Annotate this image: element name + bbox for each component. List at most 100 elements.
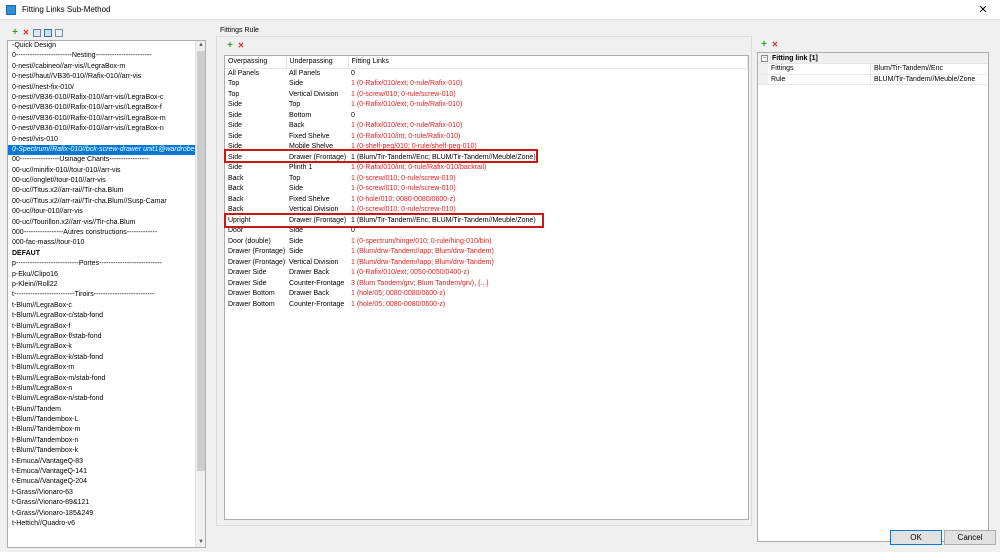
list-item[interactable]: 00-uc//Titus.x2//arr-rai//Tir-cha.Blum: [8, 186, 196, 196]
list-item[interactable]: 0-nest//nest-fix-010/: [8, 83, 196, 93]
table-row[interactable]: Drawer Bottom Counter-Frontage 1 (hole/05;…: [225, 300, 748, 311]
list-item[interactable]: 0-nest//vis-010: [8, 135, 196, 145]
collapse-icon[interactable]: −: [761, 55, 768, 62]
list-item[interactable]: 00-uc//tour-010//arr-vis: [8, 207, 196, 217]
list-item[interactable]: t-Grass//Vionaro-185&249: [8, 509, 196, 519]
ok-button[interactable]: OK: [890, 530, 942, 545]
list-item[interactable]: 00-uc//minifix-010//tour-010//arr-vis: [8, 166, 196, 176]
property-value[interactable]: Blum/Tir-Tandem//Enc: [871, 64, 988, 74]
list-item[interactable]: t-Emuca//VantageQ-204: [8, 477, 196, 487]
list-item[interactable]: t-Blum//LegraBox-f: [8, 322, 196, 332]
list-item[interactable]: 0------------------------Nesting--------…: [8, 51, 196, 61]
column-header-fitting-links[interactable]: Fitting Links: [348, 56, 748, 69]
list-item[interactable]: t-Blum//Tandembox-L: [8, 415, 196, 425]
cell-fitting-links: 1 (Blum/drw-Tandem//app; Blum/drw-Tandem…: [351, 248, 494, 255]
list-item[interactable]: 00-uc//onglet//tour-010//arr-vis: [8, 176, 196, 186]
save-icon[interactable]: [44, 29, 52, 37]
table-row[interactable]: Side Plinth 1 1 (0-Rafix/010/int; 0-rule/R…: [225, 163, 748, 174]
table-row[interactable]: Side Back 1 (0-Rafix/010/ext; 0-rule/Rafix…: [225, 121, 748, 132]
list-item[interactable]: DÉFAUT: [8, 249, 196, 259]
property-value[interactable]: BLUM/Tir-Tandem//Meuble/Zone: [871, 75, 988, 85]
table-row[interactable]: Top Vertical Division 1 (0-screw/010; 0-ru…: [225, 90, 748, 101]
cell-fitting-links: 1 (0-screw/010; 0-rule/screw-010): [351, 174, 456, 182]
list-item[interactable]: 0-nest//VB36-010//Rafix-010//arr-vis//Le…: [8, 103, 196, 113]
list-item[interactable]: t-Grass//Vionaro-63: [8, 488, 196, 498]
delete-rule-icon[interactable]: ✕: [237, 42, 245, 50]
list-item[interactable]: t-Blum//LegraBox-m: [8, 363, 196, 373]
close-button[interactable]: ✕: [966, 0, 1000, 20]
cell-underpassing: Top: [289, 101, 301, 108]
table-row[interactable]: Top Side 1 (0-Rafix/010/ext; 0-rule/Rafix-…: [225, 79, 748, 90]
table-row[interactable]: All Panels All Panels 0: [225, 68, 748, 79]
export-icon[interactable]: [55, 29, 63, 37]
list-item[interactable]: t-Blum//Tandembox-n: [8, 436, 196, 446]
table-row[interactable]: Back Side 1 (0-screw/010; 0-rule/screw-010…: [225, 184, 748, 195]
column-header-underpassing[interactable]: Underpassing: [286, 56, 349, 69]
table-row[interactable]: Side Bottom 0: [225, 111, 748, 122]
list-item[interactable]: 0-nest//cabineo//arr-vis//LegraBox-m: [8, 62, 196, 72]
delete-icon[interactable]: ✕: [22, 29, 30, 37]
list-item[interactable]: t-Blum//Tandembox-m: [8, 425, 196, 435]
table-row[interactable]: Drawer Side Drawer Back 1 (0-Rafix/010/ext…: [225, 268, 748, 279]
table-row[interactable]: Back Top 1 (0-screw/010; 0-rule/screw-010): [225, 174, 748, 185]
table-row[interactable]: Back Fixed Shelve 1 (0-hole/010; 0080-0080…: [225, 195, 748, 206]
table-row[interactable]: Side Fixed Shelve 1 (0-Rafix/010/int; 0-ru…: [225, 132, 748, 143]
add-link-icon[interactable]: +: [760, 40, 768, 50]
list-item[interactable]: 0-nest//haut//VB36-010//Rafix-010//arr-v…: [8, 72, 196, 82]
list-item[interactable]: 0-Spectrum//Rafix-010//bck-screw-drawer …: [8, 144, 196, 156]
list-item[interactable]: t-Grass//Vionaro-89&121: [8, 498, 196, 508]
scroll-up-icon[interactable]: ▲: [196, 41, 205, 50]
list-item[interactable]: p-Klein//Roll22: [8, 280, 196, 290]
cell-overpassing: All Panels: [228, 69, 260, 77]
list-item[interactable]: 000-fac-mass//tour-010: [8, 238, 196, 248]
cell-underpassing: Back: [289, 122, 305, 129]
list-item[interactable]: 0-nest//VB36-010//Rafix-010//arr-vis//Le…: [8, 93, 196, 103]
cell-underpassing: Bottom: [289, 111, 312, 119]
list-item[interactable]: t-Blum//LegraBox-k/stab-fond: [8, 353, 196, 363]
list-item[interactable]: t--------------------------Tiroirs------…: [8, 290, 196, 300]
fittings-rule-table[interactable]: Overpassing Underpassing Fitting Links A…: [224, 55, 749, 520]
property-row-fittings[interactable]: Fittings Blum/Tir-Tandem//Enc: [758, 64, 988, 75]
list-item[interactable]: t-Blum//LegraBox-m/stab-fond: [8, 374, 196, 384]
list-item[interactable]: p---------------------------Portes------…: [8, 259, 196, 269]
list-item[interactable]: t-Emuca//VantageQ-141: [8, 467, 196, 477]
left-list-scrollbar[interactable]: ▲ ▼: [195, 41, 205, 547]
table-row[interactable]: Drawer Bottom Drawer Back 1 (hole/05; 0080…: [225, 289, 748, 300]
table-row[interactable]: Door (double) Side 1 (0-spectrum/hinge/010…: [225, 237, 748, 248]
add-rule-icon[interactable]: +: [226, 41, 234, 51]
list-item[interactable]: t-Blum//LegraBox-n: [8, 384, 196, 394]
list-item[interactable]: 00-uc//Tourillon.x2//arr-vis//Tir-cha.Bl…: [8, 218, 196, 228]
table-row[interactable]: Drawer Side Counter-Frontage 3 (Blum Tande…: [225, 279, 748, 290]
list-item[interactable]: t-Blum//LegraBox-c: [8, 301, 196, 311]
property-row-rule[interactable]: Rule BLUM/Tir-Tandem//Meuble/Zone: [758, 74, 988, 85]
list-item[interactable]: 00-----------------Usinage Chants-------…: [8, 155, 196, 165]
list-item[interactable]: 0-nest//VB36-010//Rafix-010//arr-vis//Le…: [8, 124, 196, 134]
scroll-down-icon[interactable]: ▼: [196, 538, 205, 547]
rules-toolbar: + ✕: [226, 41, 245, 51]
delete-link-icon[interactable]: ✕: [771, 41, 779, 49]
fitting-link-properties[interactable]: − Fitting link [1] Fittings Blum/Tir-Tan…: [757, 52, 989, 542]
list-item[interactable]: t-Blum//Tandem: [8, 405, 196, 415]
list-item[interactable]: 0-nest//VB36-010//Rafix-010//arr-vis//Le…: [8, 114, 196, 124]
table-row[interactable]: Drawer (Frontage) Side 1 (Blum/drw-Tandem/…: [225, 247, 748, 258]
table-row[interactable]: Side Top 1 (0-Rafix/010/ext; 0-rule/Rafix-…: [225, 100, 748, 111]
list-item[interactable]: 000-----------------Autres constructions…: [8, 228, 196, 238]
list-item[interactable]: t-Hettich//Quadro-v6: [8, 519, 196, 529]
list-item[interactable]: t-Emuca//VantageQ-83: [8, 457, 196, 467]
add-icon[interactable]: +: [11, 28, 19, 38]
scroll-thumb[interactable]: [197, 51, 205, 471]
list-item[interactable]: t-Blum//LegraBox-c/stab-fond: [8, 311, 196, 321]
list-item[interactable]: t-Blum//Tandembox-k: [8, 446, 196, 456]
table-row[interactable]: Drawer (Frontage) Vertical Division 1 (Blu…: [225, 258, 748, 269]
list-item[interactable]: 00-uc//Titus.x2//arr-rai//Tir-cha.Blum//…: [8, 197, 196, 207]
sub-method-list[interactable]: -Quick Design 0------------------------Ne…: [7, 40, 206, 548]
list-item[interactable]: t-Blum//LegraBox-n/stab-fond: [8, 394, 196, 404]
column-header-overpassing[interactable]: Overpassing: [225, 56, 287, 69]
list-item[interactable]: -Quick Design: [8, 41, 196, 51]
copy-icon[interactable]: [33, 29, 41, 37]
cancel-button[interactable]: Cancel: [944, 530, 996, 545]
list-item[interactable]: p-Eku//Clipo16: [8, 270, 196, 280]
list-item[interactable]: t-Blum//LegraBox-f/stab-fond: [8, 332, 196, 342]
list-item[interactable]: t-Blum//LegraBox-k: [8, 342, 196, 352]
property-category[interactable]: − Fitting link [1]: [758, 53, 988, 64]
